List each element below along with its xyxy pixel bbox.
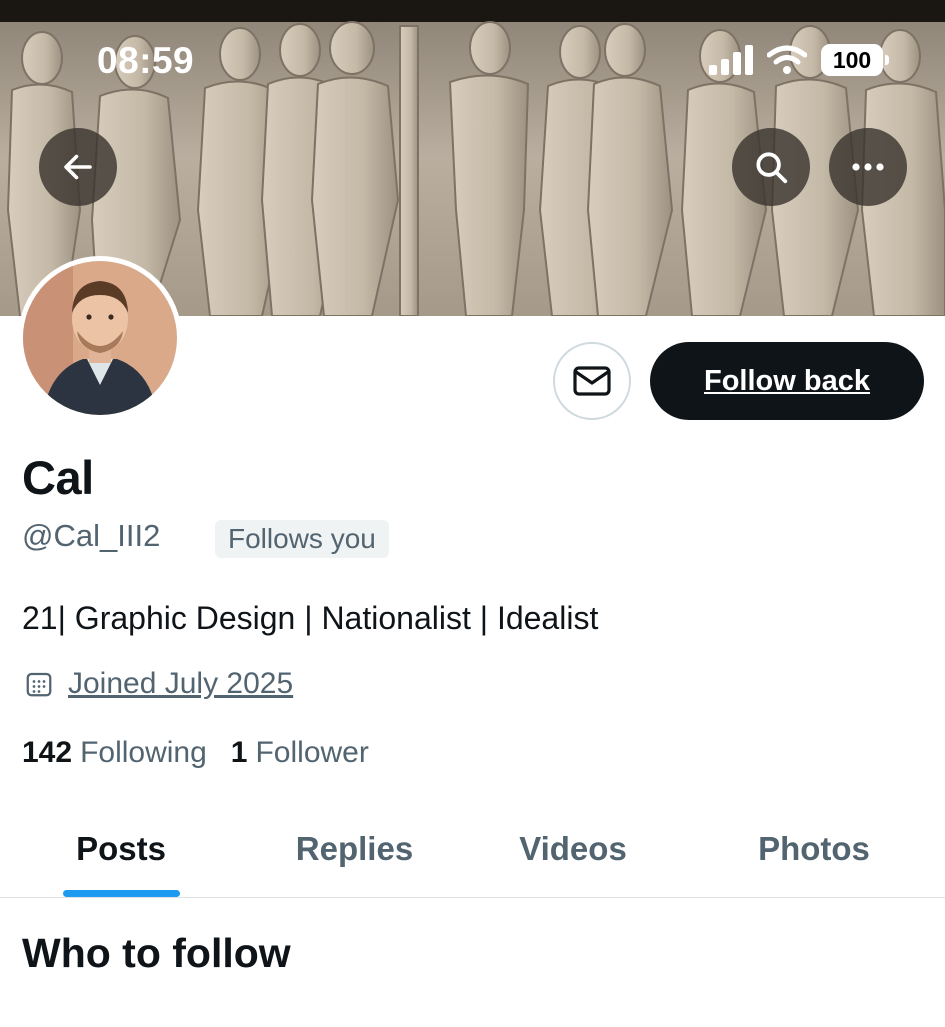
profile-tabs: Posts Replies Videos Photos — [0, 800, 945, 898]
battery-indicator: 100 — [821, 44, 889, 76]
display-name: Cal — [22, 451, 94, 504]
search-button[interactable] — [732, 128, 810, 206]
followers-label: Follower — [255, 736, 369, 769]
tab-videos[interactable]: Videos — [467, 800, 679, 898]
avatar-photo — [23, 261, 177, 415]
envelope-icon — [573, 366, 611, 396]
cellular-signal-icon — [709, 45, 753, 75]
battery-level: 100 — [832, 46, 872, 73]
following-stat[interactable]: 142 Following — [22, 736, 207, 770]
tab-replies[interactable]: Replies — [242, 800, 467, 898]
status-icons: 100 — [709, 44, 889, 76]
tab-photos[interactable]: Photos — [700, 800, 928, 898]
more-options-button[interactable] — [829, 128, 907, 206]
arrow-left-icon — [64, 154, 92, 180]
followers-stat[interactable]: 1 Follower — [231, 736, 369, 770]
battery-tip — [885, 55, 889, 65]
wifi-icon — [767, 45, 807, 74]
who-to-follow-heading: Who to follow — [22, 930, 291, 976]
user-handle: @Cal_III2 — [22, 518, 161, 553]
search-icon — [756, 152, 788, 184]
following-label: Following — [80, 736, 207, 769]
more-horizontal-icon — [852, 163, 884, 171]
calendar-icon — [26, 672, 52, 697]
following-count: 142 — [22, 736, 73, 769]
status-time: 08:59 — [97, 40, 195, 81]
message-button[interactable] — [553, 342, 631, 420]
follow-stats: 142 Following 1 Follower — [22, 736, 369, 770]
follows-you-badge: Follows you — [215, 520, 389, 558]
joined-date-text[interactable]: Joined July 2025 — [68, 667, 293, 701]
tab-posts[interactable]: Posts — [0, 800, 242, 898]
profile-bio: 21| Graphic Design | Nationalist | Ideal… — [22, 600, 599, 636]
profile-avatar[interactable] — [18, 256, 182, 420]
followers-count: 1 — [230, 736, 248, 769]
avatar-image — [23, 261, 177, 415]
joined-date[interactable]: Joined July 2025 — [24, 667, 293, 701]
active-tab-indicator — [63, 890, 180, 897]
back-button[interactable] — [39, 128, 117, 206]
follow-back-button[interactable]: Follow back — [650, 342, 924, 420]
